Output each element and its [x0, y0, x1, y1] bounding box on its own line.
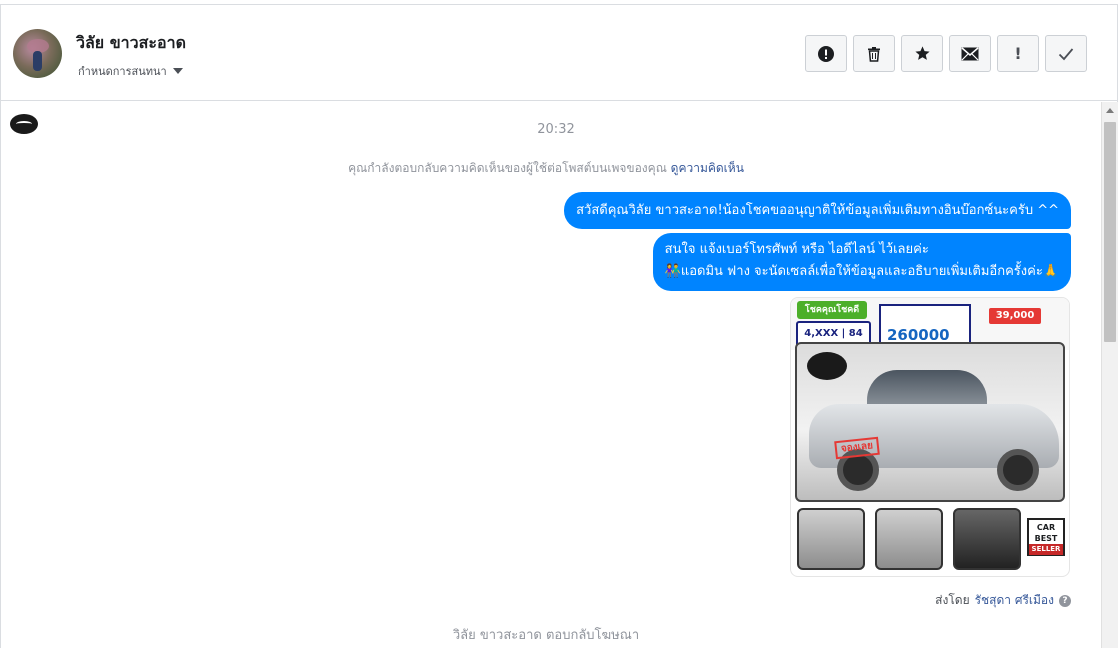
star-icon — [914, 46, 930, 60]
scroll-up-arrow-icon[interactable] — [1106, 108, 1114, 113]
car-wheel — [997, 449, 1039, 491]
seller-badge: SELLER — [1029, 544, 1063, 555]
avatar-figure — [33, 51, 42, 71]
ad-thumbnail — [875, 508, 943, 570]
comment-reply-notice: คุณกำลังตอบกลับความคิดเห็นของผู้ใช้ต่อโพ… — [1, 159, 1091, 178]
delete-button[interactable] — [853, 35, 895, 72]
conversation-header: วิลัย ขาวสะอาด กำหนดการสนทนา ! — [1, 5, 1117, 101]
caret-down-icon — [172, 68, 183, 74]
view-comment-link[interactable]: ดูความคิดเห็น — [671, 161, 744, 175]
ad-promo-label: โชคคุณโชคดี — [797, 301, 867, 319]
mark-spam-button[interactable] — [805, 35, 847, 72]
sent-by-line: ส่งโดย รัชสุดา ศรีเมือง ? — [935, 591, 1071, 610]
message-text-line: สนใจ แจ้งเบอร์โทรศัพท์ หรือ ไอดีไลน์ ไว้… — [664, 242, 929, 257]
replied-to-ad-notice: วิลัย ขาวสะอาด ตอบกลับโฆษณา — [452, 628, 640, 643]
mark-unread-button[interactable] — [949, 35, 991, 72]
message-bubble[interactable]: สนใจ แจ้งเบอร์โทรศัพท์ หรือ ไอดีไลน์ ไว้… — [652, 233, 1071, 291]
conversation-thread[interactable]: 20:32 คุณกำลังตอบกลับความคิดเห็นของผู้ใช… — [1, 102, 1101, 648]
check-icon — [1058, 47, 1074, 60]
message-timestamp: 20:32 — [537, 122, 575, 137]
seller-label: CAR BEST — [1034, 523, 1058, 543]
help-icon[interactable]: ? — [1059, 594, 1071, 607]
alert-circle-icon — [818, 45, 834, 62]
ad-thumbnail — [953, 508, 1021, 570]
ad-thumbnail — [797, 508, 865, 570]
mail-icon — [961, 46, 979, 60]
contact-avatar[interactable] — [13, 29, 62, 78]
notice-text: คุณกำลังตอบกลับความคิดเห็นของผู้ใช้ต่อโพ… — [348, 161, 671, 175]
ad-car-photo: จองเลย — [795, 342, 1065, 502]
inbox-panel: วิลัย ขาวสะอาด กำหนดการสนทนา ! 20:32 คุณ… — [0, 4, 1118, 648]
message-bubble[interactable]: สวัสดีคุณวิลัย ขาวสะอาด!น้องโชคขออนุญาติ… — [564, 192, 1071, 229]
exclamation-icon: ! — [1014, 44, 1022, 63]
star-button[interactable] — [901, 35, 943, 72]
scrollbar-thumb[interactable] — [1104, 122, 1116, 342]
conversation-scrollbar[interactable] — [1101, 102, 1118, 648]
sender-name-link[interactable]: รัชสุดา ศรีเมือง — [975, 591, 1054, 610]
contact-name[interactable]: วิลัย ขาวสะอาด — [76, 31, 186, 56]
message-text-line: 👫แอดมิน ฟาง จะนัดเซลล์เพื่อให้ข้อมูลและอ… — [664, 264, 1059, 279]
follow-up-button[interactable]: ! — [997, 35, 1039, 72]
assign-conversation-dropdown[interactable]: กำหนดการสนทนา — [78, 62, 183, 80]
dealer-logo — [807, 352, 847, 380]
best-seller-badge: CAR BEST SELLER — [1027, 518, 1065, 556]
sent-by-prefix: ส่งโดย — [935, 593, 970, 607]
mark-done-button[interactable] — [1045, 35, 1087, 72]
action-toolbar: ! — [805, 35, 1087, 72]
assign-label: กำหนดการสนทนา — [78, 65, 167, 78]
ad-image-attachment[interactable]: โชคคุณโชคดี 4,XXX | 84 งวด 260000 39,000… — [790, 297, 1070, 577]
message-text: สวัสดีคุณวิลัย ขาวสะอาด!น้องโชคขออนุญาติ… — [576, 203, 1059, 218]
ad-down-payment: 39,000 — [989, 308, 1041, 324]
trash-icon — [868, 46, 880, 62]
